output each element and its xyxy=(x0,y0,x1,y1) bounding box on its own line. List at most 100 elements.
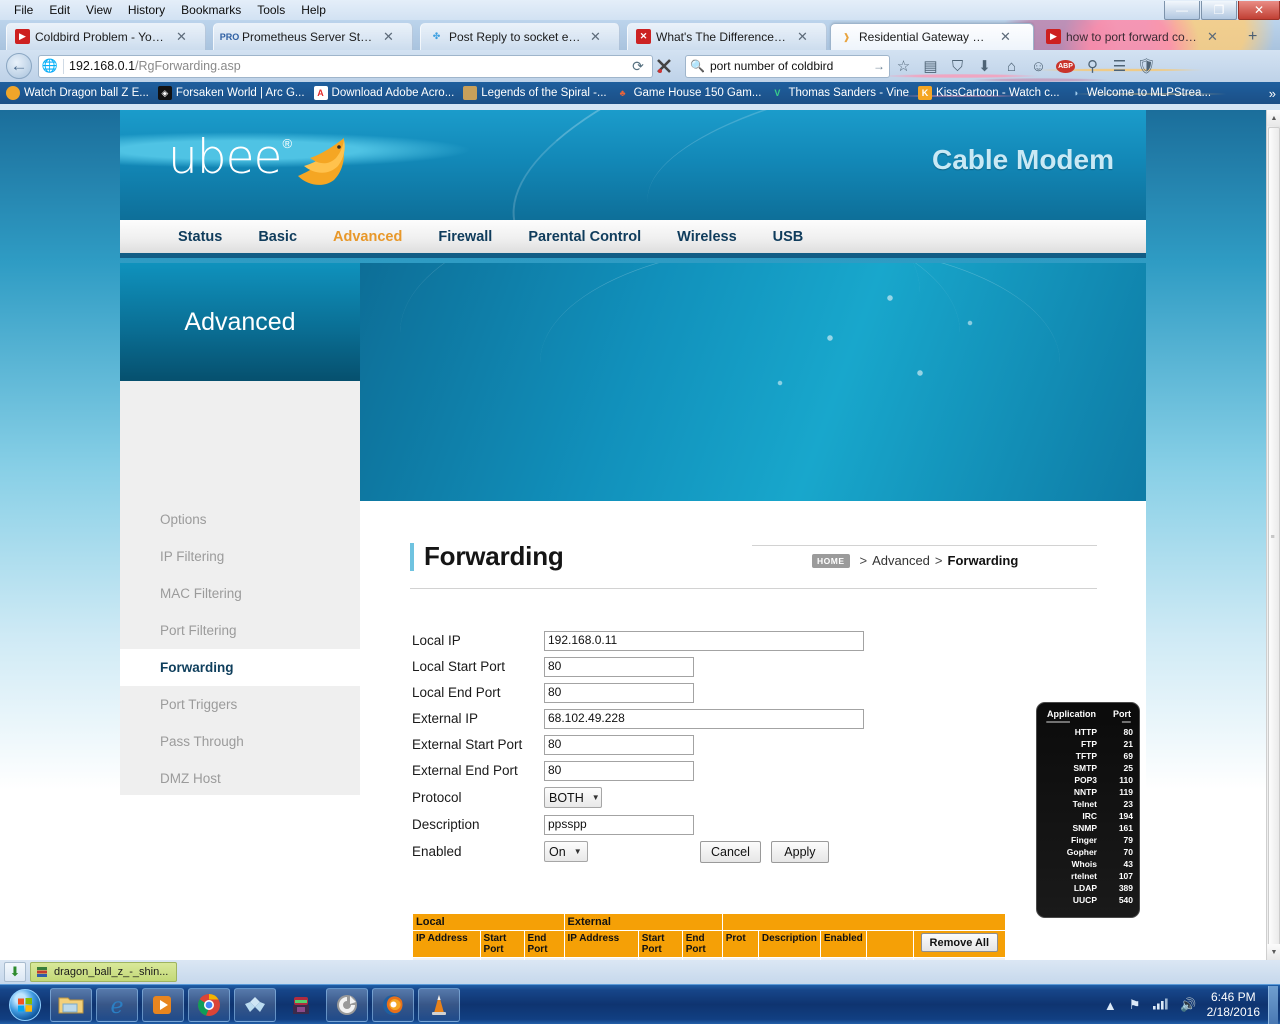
select-enabled[interactable]: On ▼ xyxy=(544,841,588,862)
tab-close-icon[interactable]: ✕ xyxy=(173,29,190,45)
bookmark-item-2[interactable]: ◈ Forsaken World | Arc G... xyxy=(158,86,305,100)
bookmark-item-8[interactable]: ◑ Welcome to MLPStrea... xyxy=(1069,86,1211,100)
tab-close-icon[interactable]: ✕ xyxy=(1204,29,1221,45)
home-icon[interactable]: ⌂ xyxy=(998,53,1025,79)
browser-tab-1[interactable]: ▶ Coldbird Problem - YouT... ✕ xyxy=(6,23,206,50)
ubee-logo[interactable]: ubee ® xyxy=(168,132,356,195)
hamburger-menu-icon[interactable]: ☰ xyxy=(1106,53,1133,79)
menu-view[interactable]: View xyxy=(78,1,120,20)
cancel-button[interactable]: Cancel xyxy=(700,841,761,863)
address-bar[interactable]: 🌐 192.168.0.1/RgForwarding.asp ⟳ xyxy=(38,55,653,78)
smiley-icon[interactable]: ☺ xyxy=(1025,53,1052,79)
browser-tab-3[interactable]: ✤ Post Reply to socket error... ✕ xyxy=(420,23,620,50)
download-arrow-icon[interactable]: ⬇ xyxy=(4,962,26,982)
sidebar-item-dmz-host[interactable]: DMZ Host xyxy=(120,760,360,797)
browser-tab-6[interactable]: ▶ how to port forward cold... ✕ xyxy=(1038,23,1238,50)
input-external-end-port[interactable]: 80 xyxy=(544,761,694,781)
tab-close-icon[interactable]: ✕ xyxy=(997,29,1014,45)
input-local-end-port[interactable]: 80 xyxy=(544,683,694,703)
back-button[interactable]: ← xyxy=(6,53,32,79)
search-input[interactable]: port number of coldbird xyxy=(710,59,873,73)
browser-tab-4[interactable]: ✕ What's The Difference Be... ✕ xyxy=(627,23,827,50)
sidebar-item-mac-filtering[interactable]: MAC Filtering xyxy=(120,575,360,612)
breadcrumb-advanced[interactable]: Advanced xyxy=(872,553,930,568)
go-arrow-icon[interactable]: → xyxy=(873,59,885,73)
menu-tools[interactable]: Tools xyxy=(249,1,293,20)
shield-badge-icon[interactable]: 🛡 xyxy=(1133,53,1160,79)
browser-tab-5-active[interactable]: ❱ Residential Gateway Conf... ✕ xyxy=(830,23,1034,50)
browser-tab-2[interactable]: PRO Prometheus Server Status ✕ xyxy=(213,23,413,50)
media-player-icon[interactable] xyxy=(142,988,184,1022)
ppsspp-icon[interactable] xyxy=(234,988,276,1022)
volume-icon[interactable]: 🔊 xyxy=(1180,997,1196,1013)
reader-icon[interactable]: ▤ xyxy=(917,53,944,79)
nav-usb[interactable]: USB xyxy=(773,229,804,245)
network-signal-icon[interactable] xyxy=(1152,997,1168,1013)
bookmark-item-5[interactable]: ♣ Game House 150 Gam... xyxy=(616,86,762,100)
tab-close-icon[interactable]: ✕ xyxy=(587,29,604,45)
reload-icon[interactable]: ⟳ xyxy=(627,58,649,75)
menu-file[interactable]: File xyxy=(6,1,41,20)
stop-icon[interactable] xyxy=(653,58,675,74)
tab-close-icon[interactable]: ✕ xyxy=(794,29,811,45)
scrollbar-thumb[interactable]: ≡ xyxy=(1268,127,1280,947)
internet-explorer-icon[interactable]: e xyxy=(96,988,138,1022)
menu-history[interactable]: History xyxy=(120,1,173,20)
download-arrow-icon[interactable]: ⬇ xyxy=(971,53,998,79)
bookmark-item-3[interactable]: A Download Adobe Acro... xyxy=(314,86,455,100)
downloads-shield-icon[interactable]: ⛉ xyxy=(944,53,971,79)
show-hidden-icons-button[interactable]: ▲ xyxy=(1104,998,1117,1013)
scroll-up-arrow[interactable]: ▲ xyxy=(1267,110,1280,126)
vertical-scrollbar[interactable]: ▲ ≡ ▼ xyxy=(1266,110,1280,960)
search-bar[interactable]: 🔍 port number of coldbird → xyxy=(685,55,890,78)
menu-bookmarks[interactable]: Bookmarks xyxy=(173,1,249,20)
bookmark-item-6[interactable]: V Thomas Sanders - Vine xyxy=(770,86,909,100)
nav-status[interactable]: Status xyxy=(178,229,222,245)
bookmark-item-1[interactable]: Watch Dragon ball Z E... xyxy=(6,86,149,100)
nav-parental-control[interactable]: Parental Control xyxy=(528,229,641,245)
download-item[interactable]: dragon_ball_z_-_shin... xyxy=(30,962,177,982)
network-flag-icon[interactable]: ⚑ xyxy=(1129,997,1141,1013)
show-desktop-button[interactable] xyxy=(1268,986,1278,1024)
start-button[interactable] xyxy=(0,986,50,1024)
breadcrumb-home-button[interactable]: HOME xyxy=(812,554,850,568)
menu-help[interactable]: Help xyxy=(293,1,334,20)
remove-all-button[interactable]: Remove All xyxy=(921,933,999,952)
bookmark-item-4[interactable]: Legends of the Spiral -... xyxy=(463,86,606,100)
new-tab-button[interactable]: + xyxy=(1248,28,1257,46)
sidebar-item-port-filtering[interactable]: Port Filtering xyxy=(120,612,360,649)
sidebar-item-pass-through[interactable]: Pass Through xyxy=(120,723,360,760)
bookmark-item-7[interactable]: K KissCartoon - Watch c... xyxy=(918,86,1060,100)
tab-close-icon[interactable]: ✕ xyxy=(380,29,397,45)
nav-firewall[interactable]: Firewall xyxy=(438,229,492,245)
nav-basic[interactable]: Basic xyxy=(258,229,297,245)
bookmarks-overflow-button[interactable]: » xyxy=(1269,86,1276,101)
input-external-ip[interactable]: 68.102.49.228 xyxy=(544,709,864,729)
adblock-icon[interactable]: ABP xyxy=(1052,53,1079,79)
gimp-icon[interactable] xyxy=(326,988,368,1022)
sidebar-item-options[interactable]: Options xyxy=(120,501,360,538)
explorer-icon[interactable] xyxy=(50,988,92,1022)
minimize-button[interactable]: — xyxy=(1164,1,1200,20)
sidebar-item-ip-filtering[interactable]: IP Filtering xyxy=(120,538,360,575)
nav-advanced[interactable]: Advanced xyxy=(333,229,402,245)
select-protocol[interactable]: BOTH ▼ xyxy=(544,787,602,808)
nav-wireless[interactable]: Wireless xyxy=(677,229,737,245)
input-local-start-port[interactable]: 80 xyxy=(544,657,694,677)
input-local-ip[interactable]: 192.168.0.11 xyxy=(544,631,864,651)
sidebar-item-port-triggers[interactable]: Port Triggers xyxy=(120,686,360,723)
vlc-icon[interactable] xyxy=(418,988,460,1022)
sidebar-item-forwarding[interactable]: Forwarding xyxy=(120,649,360,686)
menu-edit[interactable]: Edit xyxy=(41,1,78,20)
input-external-start-port[interactable]: 80 xyxy=(544,735,694,755)
bookmark-star-icon[interactable]: ☆ xyxy=(890,53,917,79)
apply-button[interactable]: Apply xyxy=(771,841,829,863)
game-character-icon[interactable] xyxy=(280,988,322,1022)
scroll-down-arrow[interactable]: ▼ xyxy=(1267,944,1280,960)
key-icon[interactable]: ⚲ xyxy=(1079,53,1106,79)
firefox-icon[interactable] xyxy=(372,988,414,1022)
taskbar-clock[interactable]: 6:46 PM 2/18/2016 xyxy=(1207,990,1260,1020)
restore-button[interactable]: ❐ xyxy=(1201,1,1237,20)
input-description[interactable]: ppsspp xyxy=(544,815,694,835)
chrome-icon[interactable] xyxy=(188,988,230,1022)
